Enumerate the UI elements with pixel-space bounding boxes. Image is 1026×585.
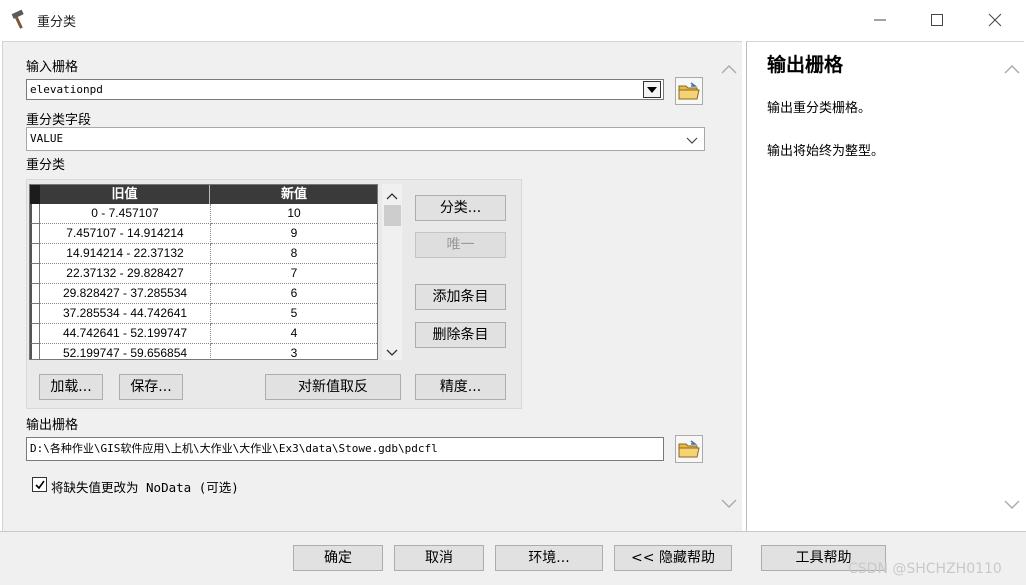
table-scrollbar[interactable] bbox=[382, 184, 402, 360]
save-button[interactable]: 保存... bbox=[119, 374, 183, 400]
table-header: 旧值 新值 bbox=[30, 185, 377, 204]
row-selector[interactable] bbox=[30, 244, 40, 264]
nodata-checkbox[interactable] bbox=[32, 477, 47, 492]
delete-entry-button[interactable]: 删除条目 bbox=[415, 322, 506, 348]
output-raster-field[interactable]: D:\各种作业\GIS软件应用\上机\大作业\大作业\Ex3\data\Stow… bbox=[26, 437, 664, 461]
row-selector[interactable] bbox=[30, 324, 40, 344]
row-selector[interactable] bbox=[30, 304, 40, 324]
precision-button[interactable]: 精度... bbox=[415, 374, 506, 400]
nodata-label: 将缺失值更改为 NoData (可选) bbox=[51, 480, 239, 495]
column-new-value[interactable]: 新值 bbox=[211, 185, 377, 204]
column-old-value[interactable]: 旧值 bbox=[40, 185, 210, 204]
new-value-cell[interactable]: 3 bbox=[211, 344, 377, 359]
table-row[interactable]: 0 - 7.457107 10 bbox=[30, 204, 377, 224]
old-value-cell[interactable]: 14.914214 - 22.37132 bbox=[40, 244, 211, 264]
reverse-new-values-button[interactable]: 对新值取反 bbox=[265, 374, 401, 400]
watermark: CSDN @SHCHZH0110 bbox=[848, 561, 1002, 577]
new-value-cell[interactable]: 4 bbox=[211, 324, 377, 344]
classify-button[interactable]: 分类... bbox=[415, 195, 506, 221]
table-row[interactable]: 29.828427 - 37.285534 6 bbox=[30, 284, 377, 304]
row-selector[interactable] bbox=[30, 264, 40, 284]
chevron-down-icon[interactable] bbox=[386, 346, 398, 361]
table-row[interactable]: 22.37132 - 29.828427 7 bbox=[30, 264, 377, 284]
old-value-cell[interactable]: 0 - 7.457107 bbox=[40, 204, 211, 224]
reclass-table[interactable]: 旧值 新值 0 - 7.457107 10 7.457107 - 14.914214… bbox=[29, 184, 378, 360]
old-value-cell[interactable]: 22.37132 - 29.828427 bbox=[40, 264, 211, 284]
output-raster-label: 输出栅格 bbox=[26, 418, 79, 433]
old-value-cell[interactable]: 37.285534 - 44.742641 bbox=[40, 304, 211, 324]
old-value-cell[interactable]: 29.828427 - 37.285534 bbox=[40, 284, 211, 304]
title-bar: 重分类 bbox=[0, 0, 1026, 40]
help-title: 输出栅格 bbox=[767, 54, 844, 76]
reclassification-label: 重分类 bbox=[26, 158, 66, 173]
input-raster-dropdown-icon[interactable] bbox=[643, 81, 661, 98]
new-value-cell[interactable]: 7 bbox=[211, 264, 377, 284]
folder-icon bbox=[678, 82, 700, 100]
new-value-cell[interactable]: 6 bbox=[211, 284, 377, 304]
new-value-cell[interactable]: 10 bbox=[211, 204, 377, 224]
unique-button[interactable]: 唯一 bbox=[415, 232, 506, 258]
row-selector[interactable] bbox=[30, 224, 40, 244]
cancel-button[interactable]: 取消 bbox=[394, 545, 484, 571]
help-text: 输出将始终为整型。 bbox=[767, 144, 885, 159]
new-value-cell[interactable]: 9 bbox=[211, 224, 377, 244]
load-button[interactable]: 加载... bbox=[39, 374, 103, 400]
help-text: 输出重分类栅格。 bbox=[767, 101, 872, 116]
old-value-cell[interactable]: 52.199747 - 59.656854 bbox=[40, 344, 211, 359]
window-title: 重分类 bbox=[37, 15, 77, 30]
row-selector[interactable] bbox=[30, 204, 40, 224]
new-value-cell[interactable]: 5 bbox=[211, 304, 377, 324]
input-raster-label: 输入栅格 bbox=[26, 60, 79, 75]
row-selector[interactable] bbox=[30, 344, 40, 359]
new-value-cell[interactable]: 8 bbox=[211, 244, 377, 264]
input-raster-field[interactable]: elevationpd bbox=[26, 79, 664, 100]
add-entry-button[interactable]: 添加条目 bbox=[415, 284, 506, 310]
table-row[interactable]: 52.199747 - 59.656854 3 bbox=[30, 344, 377, 359]
output-raster-browse-button[interactable] bbox=[675, 435, 703, 463]
chevron-down-icon bbox=[686, 134, 698, 149]
folder-icon bbox=[678, 440, 700, 458]
scrollbar-thumb[interactable] bbox=[384, 205, 401, 226]
minimize-icon[interactable] bbox=[866, 8, 894, 32]
table-row[interactable]: 7.457107 - 14.914214 9 bbox=[30, 224, 377, 244]
hammer-icon bbox=[8, 9, 32, 31]
chevron-up-icon[interactable] bbox=[721, 63, 737, 78]
hide-help-button[interactable]: << 隐藏帮助 bbox=[614, 545, 732, 571]
environments-button[interactable]: 环境... bbox=[495, 545, 603, 571]
old-value-cell[interactable]: 7.457107 - 14.914214 bbox=[40, 224, 211, 244]
reclass-field-label: 重分类字段 bbox=[26, 113, 92, 128]
chevron-up-icon[interactable] bbox=[386, 189, 398, 204]
table-row[interactable]: 14.914214 - 22.37132 8 bbox=[30, 244, 377, 264]
checkmark-icon bbox=[34, 480, 45, 489]
chevron-down-icon[interactable] bbox=[1004, 499, 1020, 514]
close-icon[interactable] bbox=[981, 8, 1009, 32]
chevron-up-icon[interactable] bbox=[1004, 63, 1020, 78]
old-value-cell[interactable]: 44.742641 - 52.199747 bbox=[40, 324, 211, 344]
chevron-down-icon[interactable] bbox=[721, 498, 737, 513]
table-row[interactable]: 37.285534 - 44.742641 5 bbox=[30, 304, 377, 324]
ok-button[interactable]: 确定 bbox=[293, 545, 383, 571]
row-selector[interactable] bbox=[30, 284, 40, 304]
help-panel: 输出栅格 输出重分类栅格。 输出将始终为整型。 bbox=[746, 41, 1024, 531]
table-row[interactable]: 44.742641 - 52.199747 4 bbox=[30, 324, 377, 344]
input-raster-browse-button[interactable] bbox=[675, 77, 703, 105]
reclass-field-select[interactable]: VALUE bbox=[26, 127, 705, 151]
maximize-icon[interactable] bbox=[923, 8, 951, 32]
